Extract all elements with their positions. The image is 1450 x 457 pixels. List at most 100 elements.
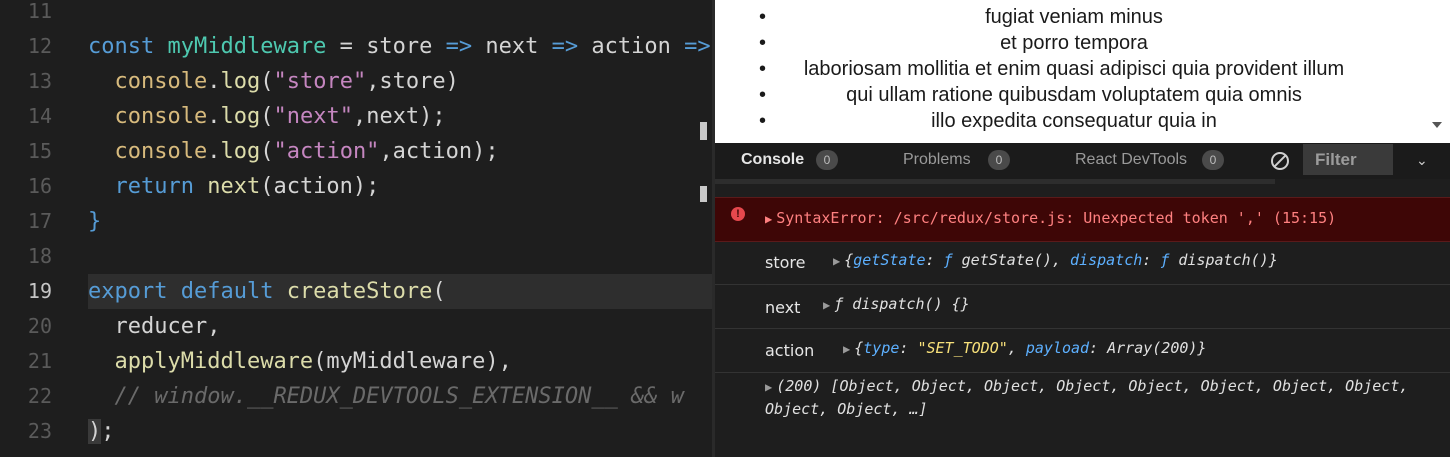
log-row-array[interactable]: ▶ (200) [Object, Object, Object, Object, … bbox=[715, 375, 1450, 435]
code-line[interactable]: 16 return next(action); bbox=[0, 169, 712, 204]
scrollbar-marker bbox=[700, 122, 707, 140]
log-label-action: action bbox=[765, 341, 815, 360]
expand-icon[interactable]: ▶ bbox=[765, 380, 772, 394]
code-line[interactable]: 11 bbox=[0, 0, 712, 29]
problems-count-badge: 0 bbox=[988, 150, 1010, 170]
value-token: dispatch bbox=[1070, 251, 1143, 269]
list-item: • fugiat veniam minus bbox=[715, 4, 1433, 30]
code-line[interactable]: 15 console.log("action",action); bbox=[0, 134, 712, 169]
code-token: ) bbox=[88, 419, 102, 444]
bullet-icon: • bbox=[759, 84, 767, 106]
code-line[interactable]: 22 // window.__REDUX_DEVTOOLS_EXTENSION_… bbox=[0, 379, 712, 414]
value-token: , bbox=[1007, 339, 1026, 357]
code-token: log bbox=[220, 69, 261, 94]
bullet-icon: • bbox=[759, 6, 767, 28]
value-token: ƒ bbox=[943, 251, 953, 269]
code-token: console bbox=[114, 139, 208, 164]
code-line[interactable]: 13 console.log("store",store) bbox=[0, 64, 712, 99]
error-icon: ! bbox=[731, 207, 745, 221]
code-token: next bbox=[485, 34, 552, 59]
list-item-text: qui ullam ratione quibusdam voluptatem q… bbox=[846, 84, 1302, 106]
log-value-array: ▶ (200) [Object, Object, Object, Object, … bbox=[765, 375, 1415, 420]
error-message-row[interactable]: ! ▶ SyntaxError: /src/redux/store.js: Une… bbox=[715, 197, 1450, 242]
code-token: ; bbox=[101, 419, 115, 444]
code-token: = bbox=[326, 34, 367, 59]
code-token: . bbox=[207, 104, 221, 129]
value-token: : bbox=[899, 339, 918, 357]
log-row-store[interactable]: store ▶ {getState: ƒ getState(), dispatch… bbox=[715, 241, 1450, 285]
code-token: . bbox=[207, 69, 221, 94]
code-token: "next" bbox=[273, 104, 353, 129]
code-token: "action" bbox=[273, 139, 380, 164]
value-token: : bbox=[1142, 251, 1161, 269]
code-line[interactable]: 20 reducer, bbox=[0, 309, 712, 344]
code-editor[interactable]: 11 12 const myMiddleware = store => next =… bbox=[0, 0, 712, 457]
bullet-icon: • bbox=[759, 58, 767, 80]
value-token: : bbox=[925, 251, 944, 269]
expand-icon[interactable]: ▶ bbox=[843, 342, 850, 356]
value-token: dispatch()} bbox=[1169, 251, 1278, 269]
filter-placeholder: Filter bbox=[1315, 150, 1357, 169]
code-token: ,next); bbox=[352, 104, 446, 129]
code-token: default bbox=[180, 279, 287, 304]
code-text: console.log("store",store) bbox=[88, 64, 459, 99]
chevron-down-icon[interactable]: ⌄ bbox=[1416, 153, 1428, 169]
list-item: • illo expedita consequatur quia in bbox=[715, 108, 1433, 134]
list-item-text: et porro tempora bbox=[1000, 32, 1148, 54]
code-text: console.log("next",next); bbox=[88, 99, 446, 134]
expand-icon[interactable]: ▶ bbox=[833, 254, 840, 268]
code-token: console bbox=[114, 104, 208, 129]
devtools-panel: Console 0 Problems 0 React DevTools 0 Fi… bbox=[712, 143, 1450, 457]
code-token: myMiddleware bbox=[167, 34, 327, 59]
code-line[interactable]: 12 const myMiddleware = store => next => … bbox=[0, 29, 712, 64]
expand-icon[interactable]: ▶ bbox=[765, 212, 772, 226]
code-line[interactable]: 19 export default createStore( bbox=[0, 274, 712, 309]
list-item: • laboriosam mollitia et enim quasi adipi… bbox=[715, 56, 1433, 82]
error-text-value: SyntaxError: /src/redux/store.js: Unexpe… bbox=[776, 209, 1337, 227]
code-token: ( bbox=[260, 104, 274, 129]
code-text: return next(action); bbox=[88, 169, 380, 204]
devtools-tabbar: Console 0 Problems 0 React DevTools 0 Fi… bbox=[715, 143, 1450, 179]
line-number: 17 bbox=[27, 209, 52, 233]
code-token: action bbox=[591, 34, 685, 59]
code-line[interactable]: 23); bbox=[0, 414, 712, 449]
code-token: ( bbox=[260, 69, 274, 94]
code-text: console.log("action",action); bbox=[88, 134, 499, 169]
code-token: log bbox=[220, 139, 261, 164]
code-token: (myMiddleware), bbox=[313, 349, 512, 374]
code-token: ( bbox=[432, 279, 446, 304]
code-line[interactable]: 17} bbox=[0, 204, 712, 239]
filter-input[interactable]: Filter bbox=[1303, 144, 1393, 175]
code-line[interactable]: 18 bbox=[0, 239, 712, 274]
code-line[interactable]: 14 console.log("next",next); bbox=[0, 99, 712, 134]
code-token: export bbox=[88, 279, 181, 304]
react-devtools-count-badge: 0 bbox=[1202, 150, 1224, 170]
line-number: 23 bbox=[27, 419, 52, 443]
tab-console[interactable]: Console bbox=[741, 143, 804, 179]
log-value-store: ▶ {getState: ƒ getState(), dispatch: ƒ di… bbox=[833, 251, 1278, 269]
line-number: 16 bbox=[27, 174, 52, 198]
code-token: "store" bbox=[273, 69, 367, 94]
log-row-action[interactable]: action ▶ {type: "SET_TODO", payload: Arra… bbox=[715, 329, 1450, 373]
tab-console-label: Console bbox=[741, 151, 805, 168]
line-number: 19 bbox=[27, 279, 52, 303]
list-item-text: fugiat veniam minus bbox=[985, 6, 1163, 28]
log-row-next[interactable]: next ▶ ƒ dispatch() {} bbox=[715, 285, 1450, 329]
scroll-down-arrow-icon[interactable] bbox=[1432, 122, 1442, 128]
line-number: 11 bbox=[27, 0, 52, 23]
code-token: store bbox=[366, 34, 446, 59]
tab-problems[interactable]: Problems bbox=[903, 143, 971, 179]
expand-icon[interactable]: ▶ bbox=[823, 298, 830, 312]
code-line[interactable]: 21 applyMiddleware(myMiddleware), bbox=[0, 344, 712, 379]
code-token: next bbox=[207, 174, 261, 199]
line-number: 12 bbox=[27, 34, 52, 58]
code-token: . bbox=[207, 139, 221, 164]
tab-react-devtools[interactable]: React DevTools bbox=[1075, 143, 1187, 179]
clear-console-icon[interactable] bbox=[1271, 152, 1289, 170]
code-text: } bbox=[88, 204, 101, 239]
console-count-badge: 0 bbox=[816, 150, 838, 170]
